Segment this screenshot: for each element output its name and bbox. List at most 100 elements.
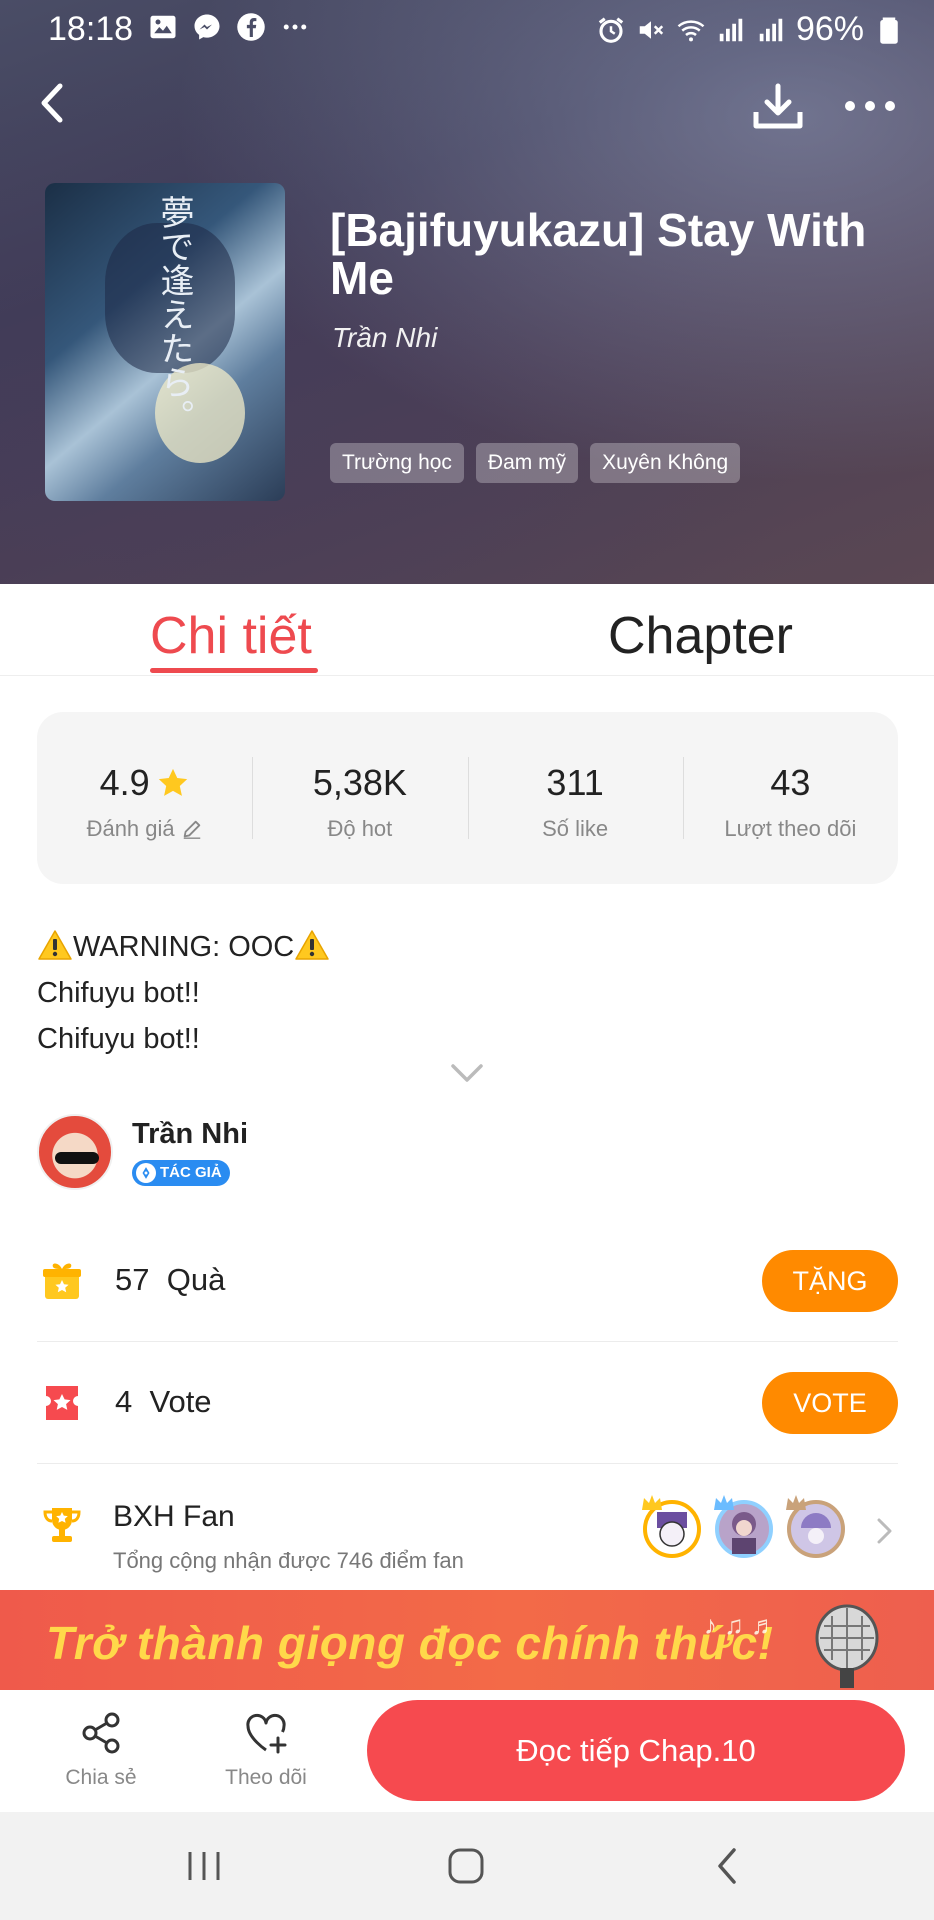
more-dots-icon	[283, 24, 307, 30]
music-notes-icon: ♪ ♫ ♬	[704, 1610, 777, 1640]
system-navigation-bar	[0, 1812, 934, 1920]
chevron-right-icon[interactable]	[873, 1516, 895, 1546]
stat-rating[interactable]: 4.9 Đánh giá	[37, 712, 252, 884]
stat-rating-label-wrap: Đánh giá	[37, 816, 252, 842]
heart-plus-icon	[246, 1713, 287, 1754]
author-badge-label: TÁC GIẢ	[160, 1164, 222, 1181]
voice-reader-banner[interactable]: Trở thành giọng đọc chính thức! ♪ ♫ ♬	[0, 1590, 934, 1690]
stat-followers-label: Lượt theo dõi	[724, 816, 857, 841]
active-tab-indicator	[150, 668, 318, 673]
notification-icons	[148, 12, 310, 42]
status-time: 18:18	[48, 10, 134, 48]
vote-row: 4 Vote VOTE	[37, 1342, 898, 1464]
chevron-down-icon[interactable]	[450, 1062, 484, 1084]
signal-icon	[759, 18, 783, 41]
warning-icon	[38, 930, 72, 960]
alarm-icon	[598, 17, 624, 43]
status-bar: 18:18 96%	[0, 0, 934, 58]
stat-followers-value: 43	[770, 762, 811, 803]
warning-icon	[295, 930, 330, 960]
avatar-art	[55, 1152, 99, 1164]
gift-row: 57 Quà TẶNG	[37, 1220, 898, 1342]
stat-rating-value: 4.9	[99, 762, 150, 803]
description-warning: WARNING: OOC	[73, 931, 295, 963]
vote-count-label: Vote	[149, 1384, 212, 1419]
fan-ranking-title: BXH Fan	[113, 1500, 235, 1533]
mute-icon	[639, 20, 664, 39]
nav-back-icon[interactable]	[708, 1846, 748, 1886]
divider	[37, 1463, 898, 1464]
download-icon[interactable]	[752, 82, 804, 132]
wifi-icon	[677, 19, 705, 41]
share-button[interactable]: Chia sẻ	[56, 1710, 146, 1790]
book-description[interactable]: WARNING: OOC Chifuyu bot!! Chifuyu bot!!	[37, 924, 330, 1062]
fan-ranking-subtitle: Tổng cộng nhận được 746 điểm fan	[113, 1548, 464, 1573]
edit-icon[interactable]	[181, 818, 203, 840]
recent-apps-icon[interactable]	[184, 1846, 224, 1886]
stat-likes-value: 311	[546, 762, 604, 803]
tab-details[interactable]: Chi tiết	[150, 606, 312, 666]
description-line: Chifuyu bot!!	[37, 1023, 200, 1055]
crown-icon	[786, 1495, 806, 1510]
image-icon	[150, 15, 176, 39]
stat-rating-value-wrap: 4.9	[37, 762, 252, 804]
stats-card: 4.9 Đánh giá 5,38K Độ hot 311 Số like 43…	[37, 712, 898, 884]
vote-count-value: 4	[115, 1384, 133, 1419]
vote-button[interactable]: VOTE	[762, 1372, 898, 1434]
book-header: 18:18 96% 夢で逢えたら。 [Bajifuyukazu] Stay Wi…	[0, 0, 934, 584]
stat-hot: 5,38K Độ hot	[252, 712, 467, 884]
crown-icon	[642, 1495, 662, 1510]
author-badge: TÁC GIẢ	[132, 1160, 230, 1186]
gift-count-value: 57	[115, 1262, 150, 1297]
give-gift-button[interactable]: TẶNG	[762, 1250, 898, 1312]
fan-avatar-3	[786, 1495, 845, 1558]
stat-hot-value: 5,38K	[312, 762, 407, 803]
battery-percent: 96%	[795, 10, 864, 48]
signal-icon	[719, 18, 743, 41]
stat-likes-label: Số like	[542, 816, 609, 841]
crown-icon	[714, 1495, 734, 1510]
stat-followers: 43 Lượt theo dõi	[682, 712, 898, 884]
continue-reading-button[interactable]: Đọc tiếp Chap.10	[367, 1700, 905, 1801]
vote-count: 4 Vote	[115, 1384, 212, 1420]
description-line: WARNING: OOC	[37, 924, 330, 970]
home-icon[interactable]	[446, 1846, 486, 1886]
fan-avatar-2	[714, 1495, 773, 1558]
stat-likes: 311 Số like	[467, 712, 683, 884]
gift-count-label: Quà	[166, 1262, 226, 1297]
top-fans	[642, 1495, 845, 1558]
author-name[interactable]: Trần Nhi	[132, 1118, 248, 1151]
gift-icon	[43, 1263, 81, 1299]
more-options-icon[interactable]	[842, 88, 898, 124]
system-status-icons: 96%	[596, 10, 904, 49]
follow-label: Theo dõi	[225, 1766, 307, 1789]
bottom-action-bar: Chia sẻ Theo dõi Đọc tiếp Chap.10	[0, 1690, 934, 1812]
cover-title: 夢で逢えたら。	[154, 195, 194, 433]
stat-rating-label: Đánh giá	[86, 816, 175, 841]
tab-bar: Chi tiết Chapter	[0, 584, 934, 676]
book-title: [Bajifuyukazu] Stay With Me	[330, 204, 867, 304]
fan-ranking-row[interactable]: BXH Fan Tổng cộng nhận được 746 điểm fan	[37, 1466, 898, 1590]
trophy-icon	[43, 1508, 81, 1542]
tag-dam-my[interactable]: Đam mỹ	[475, 443, 579, 483]
facebook-icon	[237, 13, 265, 41]
share-icon	[82, 1712, 120, 1754]
author-avatar[interactable]	[37, 1114, 113, 1190]
fan-avatar-1	[642, 1495, 701, 1558]
star-icon	[158, 768, 187, 796]
tab-chapter[interactable]: Chapter	[608, 606, 793, 666]
battery-icon	[880, 17, 898, 44]
tag-xuyen-khong[interactable]: Xuyên Không	[590, 443, 741, 483]
follow-button[interactable]: Theo dõi	[216, 1710, 316, 1790]
book-cover[interactable]: 夢で逢えたら。	[45, 183, 285, 501]
tag-truong-hoc[interactable]: Trường học	[330, 443, 464, 483]
banner-text: Trở thành giọng đọc chính thức!	[46, 1617, 774, 1669]
gift-count: 57 Quà	[115, 1262, 225, 1298]
book-author[interactable]: Trần Nhi	[332, 322, 437, 354]
microphone-icon	[815, 1604, 879, 1688]
pen-nib-icon	[136, 1163, 156, 1183]
back-icon[interactable]	[30, 78, 74, 128]
description-line: Chifuyu bot!!	[37, 977, 200, 1009]
messenger-icon	[194, 14, 220, 40]
vote-ticket-icon	[46, 1386, 78, 1420]
